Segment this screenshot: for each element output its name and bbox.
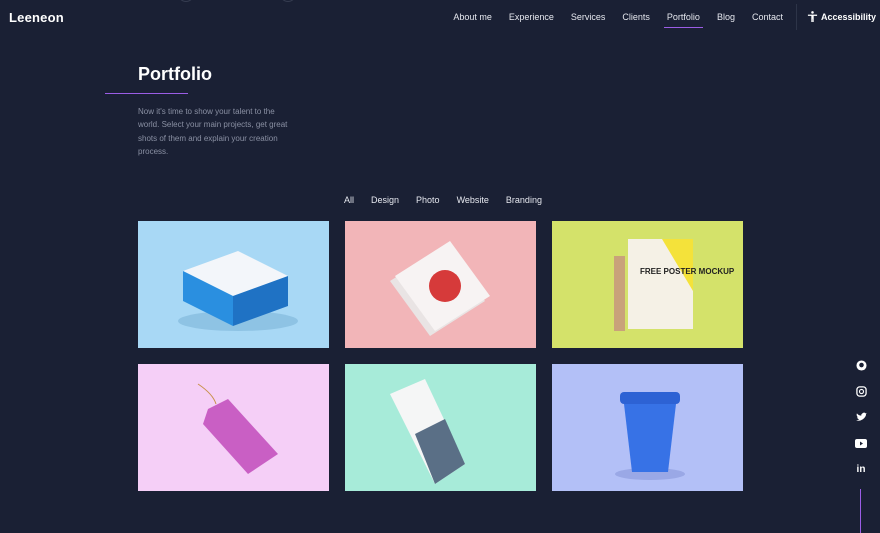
twitter-icon[interactable] [853,409,869,425]
accessibility-button[interactable]: Accessibility [807,11,876,22]
nav-clients[interactable]: Clients [622,12,650,26]
accessibility-label: Accessibility [821,11,877,22]
filter-all[interactable]: All [344,195,354,205]
filter-photo[interactable]: Photo [416,195,440,205]
tag-image [197,383,278,474]
project-tag-mockup[interactable] [138,364,329,491]
project-brochure-mockup[interactable] [345,364,536,491]
decorative-circle [280,0,296,2]
instagram-icon[interactable] [853,383,869,399]
main-nav: About me Experience Services Clients Por… [453,12,783,28]
nav-blog[interactable]: Blog [717,12,735,26]
nav-contact[interactable]: Contact [752,12,783,26]
page-title: Portfolio [138,64,212,84]
flyer-image [390,241,490,336]
project-cup-mockup[interactable] [552,364,743,491]
nav-divider [796,4,797,30]
filter-design[interactable]: Design [371,195,399,205]
title-underline [105,93,188,94]
project-flyer-mockup[interactable] [345,221,536,348]
nav-portfolio[interactable]: Portfolio [663,12,703,28]
brand-logo[interactable]: Leeneon [9,10,64,25]
project-poster-mockup[interactable]: FREE POSTER MOCKUP [552,221,743,348]
cup-image [615,392,685,480]
brochure-image [390,379,465,484]
github-icon[interactable] [853,357,869,373]
section-description: Now it's time to show your talent to the… [138,107,288,156]
filter-branding[interactable]: Branding [506,195,542,205]
poster-lettering: FREE POSTER MOCKUP [640,267,735,276]
nav-services[interactable]: Services [571,12,606,26]
accessibility-icon [807,11,818,22]
nav-about[interactable]: About me [453,12,492,26]
poster-image: FREE POSTER MOCKUP [614,239,735,331]
box-image [178,251,298,331]
youtube-icon[interactable] [853,435,869,451]
filter-website[interactable]: Website [457,195,489,205]
social-line [860,489,861,533]
linkedin-icon[interactable]: in [853,461,869,477]
project-box-mockup[interactable] [138,221,329,348]
nav-experience[interactable]: Experience [509,12,554,26]
decorative-circle [178,0,194,2]
portfolio-filters: All Design Photo Website Branding [344,195,542,205]
